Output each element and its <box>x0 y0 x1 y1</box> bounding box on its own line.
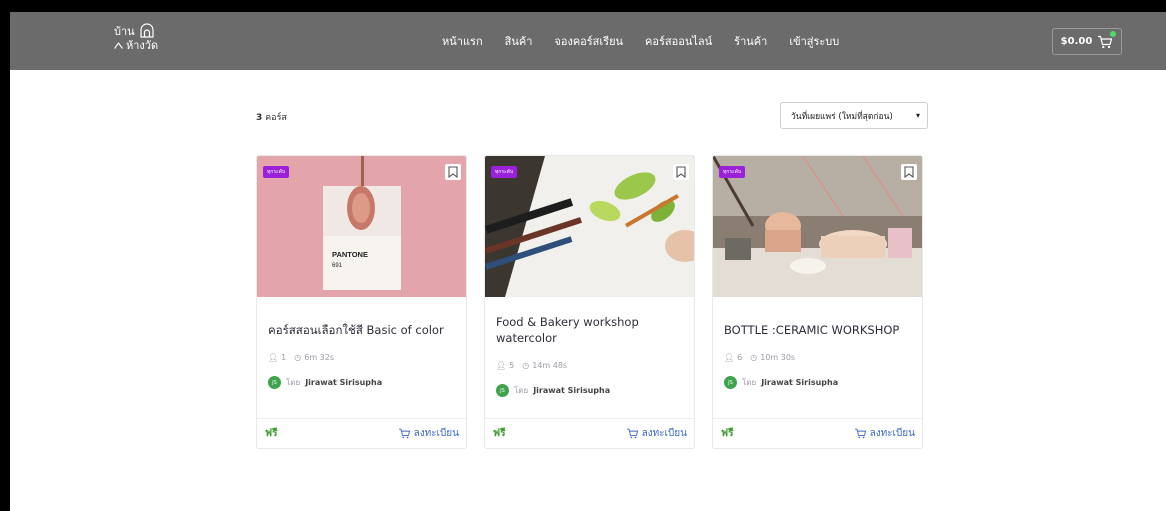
nav-login[interactable]: เข้าสู่ระบบ <box>789 32 839 50</box>
cart-total: $0.00 <box>1060 36 1093 47</box>
enroll-button[interactable]: ลงทะเบียน <box>626 426 687 441</box>
sort-select[interactable]: วันที่เผยแพร่ (ใหม่ที่สุดก่อน) ▾ <box>780 102 928 129</box>
author-name[interactable]: Jirawat Sirisupha <box>305 378 382 387</box>
nav-home[interactable]: หน้าแรก <box>442 32 483 50</box>
site-logo[interactable]: บ้าน ห้างวัด <box>114 23 158 52</box>
cart-icon <box>854 428 866 439</box>
pantone-label: PANTONE <box>332 250 368 259</box>
course-card[interactable]: ทุกระดับ BOTTLE :CERAMIC WORKSHOP 👤︎ 6 ◷ 1… <box>712 155 923 449</box>
roof-icon <box>114 42 123 49</box>
screen-frame: บ้าน ห้างวัด หน้าแรก สินค้า จองคอร์สเรีย… <box>0 0 1166 511</box>
cart-icon <box>626 428 638 439</box>
main-nav: หน้าแรก สินค้า จองคอร์สเรียน คอร์สออนไลน… <box>442 12 839 70</box>
cart-icon <box>1097 30 1117 49</box>
nav-shop[interactable]: ร้านค้า <box>734 32 767 50</box>
course-count: 3 คอร์ส <box>256 110 287 124</box>
clock-icon: ◷ <box>750 353 758 362</box>
course-count-label: คอร์ส <box>265 113 287 123</box>
level-badge: ทุกระดับ <box>719 166 746 178</box>
cart-badge-dot <box>1110 30 1117 37</box>
course-duration: ◷ 6m 32s <box>294 353 335 362</box>
user-icon: 👤︎ <box>268 353 279 362</box>
course-thumbnail[interactable]: ทุกระดับ <box>713 156 922 297</box>
course-meta: 👤︎ 1 ◷ 6m 32s <box>268 353 334 362</box>
page: บ้าน ห้างวัด หน้าแรก สินค้า จองคอร์สเรีย… <box>10 12 1166 511</box>
avatar: JS <box>724 376 737 389</box>
house-icon <box>140 23 154 38</box>
card-footer: ฟรี ลงทะเบียน <box>713 418 922 448</box>
level-badge: ทุกระดับ <box>263 166 290 178</box>
students-count: 👤︎ 6 <box>724 353 743 362</box>
course-card[interactable]: PANTONE 691 ทุกระดับ คอร์สสอนเลือกใช้สี … <box>256 155 467 449</box>
course-thumbnail[interactable]: PANTONE 691 ทุกระดับ <box>257 156 466 297</box>
course-author: JS โดย Jirawat Sirisupha <box>496 384 610 397</box>
bookmark-icon[interactable] <box>901 164 917 180</box>
sort-selected-value: วันที่เผยแพร่ (ใหม่ที่สุดก่อน) <box>791 111 893 122</box>
user-icon: 👤︎ <box>724 353 735 362</box>
level-badge: ทุกระดับ <box>491 166 518 178</box>
avatar: JS <box>268 376 281 389</box>
clock-icon: ◷ <box>522 361 530 370</box>
course-title[interactable]: คอร์สสอนเลือกใช้สี Basic of color <box>268 322 458 338</box>
bookmark-icon[interactable] <box>445 164 461 180</box>
author-prefix: โดย <box>514 386 529 395</box>
logo-line1: บ้าน <box>114 24 135 38</box>
enroll-button[interactable]: ลงทะเบียน <box>854 426 915 441</box>
top-navbar: บ้าน ห้างวัด หน้าแรก สินค้า จองคอร์สเรีย… <box>10 12 1166 70</box>
course-author: JS โดย Jirawat Sirisupha <box>724 376 838 389</box>
nav-book-course[interactable]: จองคอร์สเรียน <box>554 32 623 50</box>
clock-icon: ◷ <box>294 353 302 362</box>
cart-button[interactable]: $0.00 <box>1052 28 1122 55</box>
author-name[interactable]: Jirawat Sirisupha <box>533 386 610 395</box>
logo-line2: ห้างวัด <box>126 39 159 52</box>
course-title[interactable]: Food & Bakery workshop watercolor <box>496 314 686 346</box>
pantone-number: 691 <box>332 263 343 269</box>
students-count: 👤︎ 1 <box>268 353 287 362</box>
chevron-down-icon: ▾ <box>915 111 920 120</box>
author-prefix: โดย <box>286 378 301 387</box>
course-count-number: 3 <box>256 113 263 123</box>
course-meta: 👤︎ 6 ◷ 10m 30s <box>724 353 795 362</box>
course-price: ฟรี <box>265 428 278 439</box>
course-meta: 👤︎ 5 ◷ 14m 48s <box>496 361 567 370</box>
nav-online-courses[interactable]: คอร์สออนไลน์ <box>645 32 712 50</box>
nav-products[interactable]: สินค้า <box>505 32 533 50</box>
bookmark-icon[interactable] <box>673 164 689 180</box>
user-icon: 👤︎ <box>496 361 507 370</box>
students-count: 👤︎ 5 <box>496 361 515 370</box>
course-thumbnail[interactable]: ทุกระดับ <box>485 156 694 297</box>
course-price: ฟรี <box>721 428 734 439</box>
course-duration: ◷ 14m 48s <box>522 361 568 370</box>
course-price: ฟรี <box>493 428 506 439</box>
card-footer: ฟรี ลงทะเบียน <box>485 418 694 448</box>
card-footer: ฟรี ลงทะเบียน <box>257 418 466 448</box>
course-author: JS โดย Jirawat Sirisupha <box>268 376 382 389</box>
course-title[interactable]: BOTTLE :CERAMIC WORKSHOP <box>724 322 914 338</box>
author-prefix: โดย <box>742 378 757 387</box>
avatar: JS <box>496 384 509 397</box>
course-duration: ◷ 10m 30s <box>750 353 796 362</box>
enroll-button[interactable]: ลงทะเบียน <box>398 426 459 441</box>
author-name[interactable]: Jirawat Sirisupha <box>761 378 838 387</box>
cart-icon <box>398 428 410 439</box>
course-card[interactable]: ทุกระดับ Food & Bakery workshop watercol… <box>484 155 695 449</box>
